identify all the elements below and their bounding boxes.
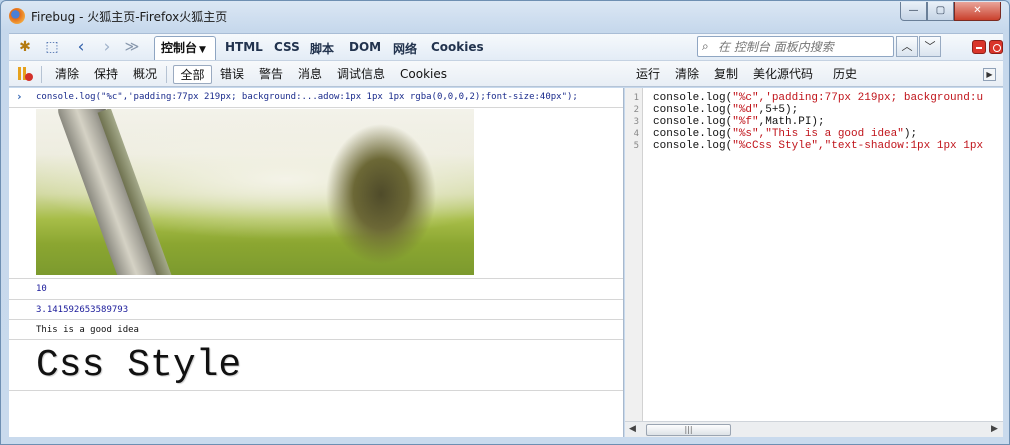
search-input[interactable] [718, 39, 888, 54]
clear-editor-button[interactable]: 清除 [675, 65, 699, 84]
firebug-close-icon[interactable] [989, 40, 1003, 54]
line-number: 4 [633, 129, 639, 139]
filter-warnings-button[interactable]: 警告 [259, 65, 283, 84]
log-image-row [9, 108, 623, 279]
filter-all-button[interactable]: 全部 [173, 65, 212, 84]
tab-css[interactable]: CSS [274, 40, 300, 54]
filter-info-button[interactable]: 消息 [298, 65, 322, 84]
log-string-row: This is a good idea [9, 320, 623, 340]
log-command-text[interactable]: console.log("%c",'padding:77px 219px; ba… [36, 92, 578, 102]
log-number-row: 10 [9, 279, 623, 300]
code-line: console.log("%f",Math.PI); [653, 116, 825, 128]
search-box[interactable]: ⌕ [697, 36, 894, 57]
browser-window: Firebug - 火狐主页-Firefox火狐主页 — ▢ ✕ ✱ ⬚ ‹ ›… [0, 0, 1010, 445]
firebug-minimize-icon[interactable] [972, 40, 986, 54]
forward-arrow-icon[interactable]: › [99, 39, 115, 56]
close-button[interactable]: ✕ [954, 2, 1001, 21]
back-arrow-icon[interactable]: ‹ [73, 39, 89, 56]
chevron-down-icon[interactable]: ▼ [199, 45, 206, 55]
search-icon: ⌕ [702, 39, 709, 53]
line-number: 1 [633, 93, 639, 103]
search-next-button[interactable]: ﹀ [919, 36, 941, 57]
filter-debug-button[interactable]: 调试信息 [337, 65, 385, 84]
clear-console-button[interactable]: 清除 [55, 65, 79, 84]
command-editor-icon[interactable]: ≫ [124, 39, 140, 55]
console-toolbar: 清除 保持 概况 全部 错误 警告 消息 调试信息 Cookies 运行 清除 … [9, 60, 1003, 87]
run-button[interactable]: 运行 [636, 65, 660, 84]
code-line: console.log("%cCss Style","text-shadow:1… [653, 140, 984, 152]
tab-console-label: 控制台 [161, 41, 198, 55]
command-prompt-icon: › [16, 90, 23, 103]
log-float-value: 3.141592653589793 [36, 305, 129, 315]
firefox-icon [9, 8, 25, 24]
log-css-style-value: Css Style [36, 344, 242, 387]
log-css-style-row: Css Style [9, 340, 623, 391]
firebug-menu-icon[interactable]: ✱ [17, 39, 33, 55]
tab-html[interactable]: HTML [225, 40, 263, 54]
line-number: 5 [633, 141, 639, 151]
filter-cookies-button[interactable]: Cookies [400, 65, 447, 84]
log-command-row[interactable]: › console.log("%c",'padding:77px 219px; … [9, 88, 623, 108]
copy-button[interactable]: 复制 [714, 65, 738, 84]
code-line: console.log("%d",5+5); [653, 104, 799, 116]
history-button[interactable]: 历史 [833, 65, 857, 84]
tab-dom[interactable]: DOM [349, 40, 381, 54]
tab-console[interactable]: 控制台 ▼ [154, 36, 216, 61]
code-line: console.log("%c",'padding:77px 219px; ba… [653, 92, 984, 104]
scroll-right-icon[interactable]: ▶ [983, 68, 996, 81]
console-log-panel[interactable]: › console.log("%c",'padding:77px 219px; … [9, 88, 624, 437]
scroll-left-arrow-icon[interactable]: ◀ [629, 424, 636, 434]
line-number-gutter: 1 2 3 4 5 [625, 88, 643, 421]
tab-net[interactable]: 网络 [393, 40, 417, 57]
line-number: 3 [633, 117, 639, 127]
minimize-button[interactable]: — [900, 2, 927, 21]
maximize-button[interactable]: ▢ [927, 2, 954, 21]
code-line: console.log("%s","This is a good idea"); [653, 128, 918, 140]
profile-button[interactable]: 概况 [133, 65, 157, 84]
log-float-row: 3.141592653589793 [9, 300, 623, 320]
title-bar: Firebug - 火狐主页-Firefox火狐主页 — ▢ ✕ [1, 1, 1009, 31]
code-editor-area[interactable]: console.log("%c",'padding:77px 219px; ba… [653, 92, 1003, 417]
log-number-value: 10 [36, 284, 47, 294]
tab-cookies[interactable]: Cookies [431, 40, 484, 54]
toolbar-separator [166, 66, 167, 83]
log-string-value: This is a good idea [36, 325, 139, 335]
pause-break-icon[interactable] [17, 67, 33, 82]
styled-background-image [36, 109, 474, 275]
inspect-element-icon[interactable]: ⬚ [44, 39, 60, 55]
filter-errors-button[interactable]: 错误 [220, 65, 244, 84]
persist-button[interactable]: 保持 [94, 65, 118, 84]
firebug-main-toolbar: ✱ ⬚ ‹ › ≫ 控制台 ▼ HTML CSS 脚本 DOM 网络 Cookie… [9, 33, 1003, 61]
command-editor[interactable]: 1 2 3 4 5 console.log("%c",'padding:77px… [625, 88, 1003, 437]
tab-script[interactable]: 脚本 [310, 40, 334, 57]
search-prev-button[interactable]: ︿ [896, 36, 918, 57]
scrollbar-thumb[interactable]: ||| [646, 424, 731, 436]
toolbar-separator [41, 66, 42, 83]
window-title: Firebug - 火狐主页-Firefox火狐主页 [31, 10, 228, 24]
pretty-print-button[interactable]: 美化源代码 [753, 65, 813, 84]
scroll-right-arrow-icon[interactable]: ▶ [991, 424, 998, 434]
horizontal-scrollbar[interactable]: ◀ ||| ▶ [625, 421, 1003, 437]
line-number: 2 [633, 105, 639, 115]
